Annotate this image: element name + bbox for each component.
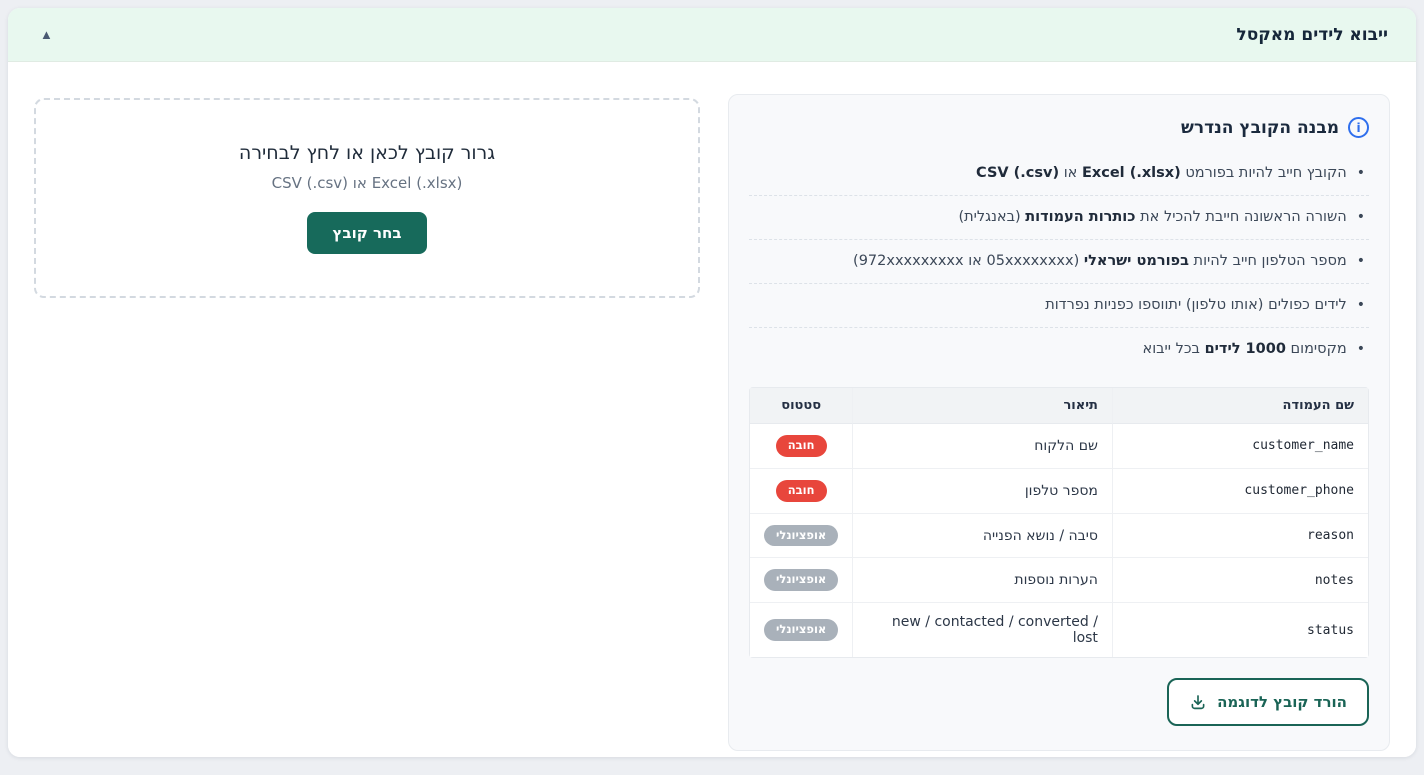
status-cell: אופציונלי: [750, 558, 853, 603]
table-row: customer_nameשם הלקוח חובה: [750, 424, 1368, 469]
requirement-text: מספר הטלפון חייב להיות בפורמט ישראלי (05…: [853, 251, 1347, 272]
description-cell: שם הלקוח: [853, 424, 1113, 469]
table-row: reasonסיבה / נושא הפנייה אופציונלי: [750, 514, 1368, 559]
file-structure-card: i מבנה הקובץ הנדרש • הקובץ חייב להיות בפו…: [728, 94, 1390, 751]
status-badge: אופציונלי: [764, 569, 838, 591]
description-cell: סיבה / נושא הפנייה: [853, 514, 1113, 559]
requirement-item: • השורה הראשונה חייבת להכיל את כותרות העמ…: [749, 196, 1369, 240]
header-status: סטטוס: [750, 388, 853, 424]
table-body: customer_nameשם הלקוחחובהcustomer_phoneמ…: [750, 424, 1368, 657]
header-column-name: שם העמודה: [1113, 388, 1368, 424]
requirement-text: הקובץ חייב להיות בפורמט Excel (.xlsx) או…: [976, 163, 1347, 184]
column-name-cell: notes: [1113, 558, 1368, 603]
requirement-text: לידים כפולים (אותו טלפון) יתווספו כפניות…: [1045, 295, 1347, 316]
page-title: ייבוא לידים מאקסל: [1236, 25, 1388, 45]
bullet-dot-icon: •: [1357, 339, 1365, 359]
card-title-row: i מבנה הקובץ הנדרש: [749, 117, 1369, 138]
requirement-text: מקסימום 1000 לידים בכל ייבוא: [1143, 339, 1347, 360]
bullet-dot-icon: •: [1357, 163, 1365, 183]
status-cell: אופציונלי: [750, 514, 853, 559]
description-cell: הערות נוספות: [853, 558, 1113, 603]
requirement-item: • לידים כפולים (אותו טלפון) יתווספו כפניו…: [749, 284, 1369, 328]
column-name-cell: status: [1113, 603, 1368, 657]
import-leads-panel: ייבוא לידים מאקסל ▲ i מבנה הקובץ הנדרש •…: [8, 8, 1416, 757]
dropzone-main-text: גרור קובץ לכאן או לחץ לבחירה: [239, 142, 495, 164]
bullet-dot-icon: •: [1357, 295, 1365, 315]
download-row: הורד קובץ לדוגמה: [749, 678, 1369, 726]
download-sample-button[interactable]: הורד קובץ לדוגמה: [1167, 678, 1369, 726]
description-cell: new / contacted / converted / lost: [853, 603, 1113, 657]
status-badge: אופציונלי: [764, 619, 838, 641]
choose-file-button[interactable]: בחר קובץ: [307, 212, 428, 254]
requirements-list: • הקובץ חייב להיות בפורמט Excel (.xlsx) א…: [749, 152, 1369, 371]
requirement-item: • מקסימום 1000 לידים בכל ייבוא: [749, 328, 1369, 371]
column-name-cell: reason: [1113, 514, 1368, 559]
status-badge: חובה: [776, 480, 827, 502]
column-name-cell: customer_name: [1113, 424, 1368, 469]
status-cell: חובה: [750, 424, 853, 469]
table-row: statusnew / contacted / converted / lost…: [750, 603, 1368, 657]
table-head: שם העמודה תיאור סטטוס: [750, 388, 1368, 424]
download-icon: [1189, 693, 1207, 711]
status-badge: אופציונלי: [764, 525, 838, 547]
file-dropzone[interactable]: גרור קובץ לכאן או לחץ לבחירה Excel (.xls…: [34, 98, 700, 298]
header-description: תיאור: [853, 388, 1113, 424]
bullet-dot-icon: •: [1357, 207, 1365, 227]
requirement-text: השורה הראשונה חייבת להכיל את כותרות העמו…: [958, 207, 1346, 228]
download-button-label: הורד קובץ לדוגמה: [1217, 693, 1347, 711]
info-icon: i: [1348, 117, 1369, 138]
panel-header: ייבוא לידים מאקסל ▲: [8, 8, 1416, 62]
requirement-item: • הקובץ חייב להיות בפורמט Excel (.xlsx) א…: [749, 152, 1369, 196]
dropzone-formats-text: Excel (.xlsx) או CSV (.csv): [272, 174, 463, 192]
requirement-item: • מספר הטלפון חייב להיות בפורמט ישראלי (0…: [749, 240, 1369, 284]
panel-body: i מבנה הקובץ הנדרש • הקובץ חייב להיות בפו…: [8, 62, 1416, 757]
bullet-dot-icon: •: [1357, 251, 1365, 271]
card-title: מבנה הקובץ הנדרש: [1181, 118, 1339, 138]
collapse-arrow-icon[interactable]: ▲: [36, 24, 57, 45]
status-badge: חובה: [776, 435, 827, 457]
status-cell: חובה: [750, 469, 853, 514]
description-cell: מספר טלפון: [853, 469, 1113, 514]
columns-spec-table: שם העמודה תיאור סטטוס customer_nameשם הל…: [749, 387, 1369, 658]
status-cell: אופציונלי: [750, 603, 853, 657]
column-name-cell: customer_phone: [1113, 469, 1368, 514]
table-row: customer_phoneמספר טלפון חובה: [750, 469, 1368, 514]
table-row: notesהערות נוספות אופציונלי: [750, 558, 1368, 603]
